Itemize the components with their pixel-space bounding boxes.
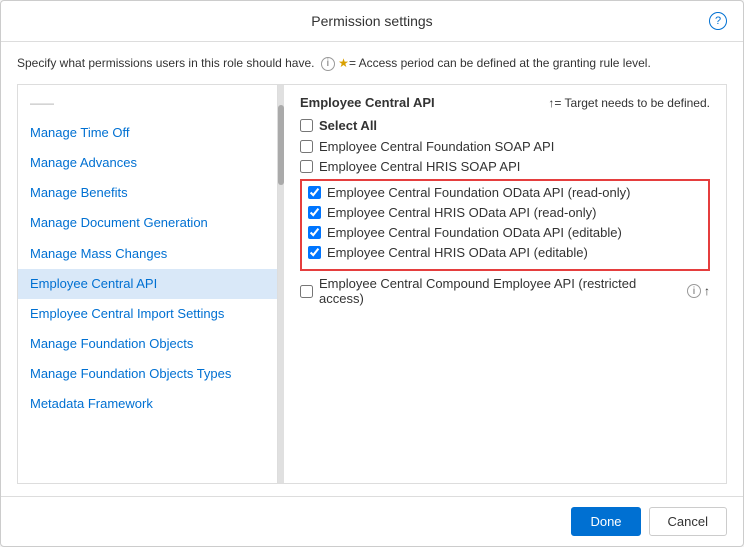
sidebar-item-manage-foundation-objects[interactable]: Manage Foundation Objects (18, 329, 277, 359)
description-text: Specify what permissions users in this r… (17, 54, 727, 72)
checkbox-hris-odata-editable[interactable] (308, 246, 321, 259)
help-icon[interactable]: ? (709, 12, 727, 30)
panel-title: Employee Central API (300, 95, 435, 110)
checkbox-row-hris-odata-editable: Employee Central HRIS OData API (editabl… (308, 245, 702, 260)
panel-header: Employee Central API ↑= Target needs to … (300, 95, 710, 110)
content-area: —— Manage Time Off Manage Advances Manag… (17, 84, 727, 484)
checkbox-row-foundation-odata-readonly: Employee Central Foundation OData API (r… (308, 185, 702, 200)
sidebar-item-manage-advances[interactable]: Manage Advances (18, 148, 277, 178)
sidebar-item-manage-foundation-objects-types[interactable]: Manage Foundation Objects Types (18, 359, 277, 389)
label-foundation-soap[interactable]: Employee Central Foundation SOAP API (319, 139, 554, 154)
sidebar-item-truncated: —— (18, 89, 277, 118)
dialog-footer: Done Cancel (1, 496, 743, 546)
dialog-title: Permission settings (311, 13, 432, 29)
done-button[interactable]: Done (571, 507, 640, 536)
checkbox-compound-employee[interactable] (300, 285, 313, 298)
compound-employee-target-icon: ↑ (704, 284, 710, 298)
sidebar-item-manage-time-off[interactable]: Manage Time Off (18, 118, 277, 148)
sidebar-item-manage-benefits[interactable]: Manage Benefits (18, 178, 277, 208)
cancel-button[interactable]: Cancel (649, 507, 727, 536)
label-compound-employee[interactable]: Employee Central Compound Employee API (… (319, 276, 684, 306)
label-hris-soap[interactable]: Employee Central HRIS SOAP API (319, 159, 520, 174)
checkbox-foundation-odata-editable[interactable] (308, 226, 321, 239)
select-all-label[interactable]: Select All (319, 118, 377, 133)
checkbox-hris-odata-readonly[interactable] (308, 206, 321, 219)
sidebar: —— Manage Time Off Manage Advances Manag… (18, 85, 278, 483)
select-all-row: Select All (300, 118, 710, 133)
scroll-indicator (278, 85, 284, 483)
checkbox-foundation-soap[interactable] (300, 140, 313, 153)
compound-employee-info-icon[interactable]: i (687, 284, 701, 298)
target-note: ↑= Target needs to be defined. (548, 96, 710, 110)
sidebar-item-manage-document-generation[interactable]: Manage Document Generation (18, 208, 277, 238)
dialog-body: Specify what permissions users in this r… (1, 42, 743, 496)
sidebar-item-employee-central-api[interactable]: Employee Central API (18, 269, 277, 299)
highlighted-section: Employee Central Foundation OData API (r… (300, 179, 710, 271)
main-panel: Employee Central API ↑= Target needs to … (284, 85, 726, 483)
checkbox-row-foundation-soap: Employee Central Foundation SOAP API (300, 139, 710, 154)
select-all-checkbox[interactable] (300, 119, 313, 132)
dialog-header: Permission settings ? (1, 1, 743, 42)
checkbox-row-hris-soap: Employee Central HRIS SOAP API (300, 159, 710, 174)
label-hris-odata-readonly[interactable]: Employee Central HRIS OData API (read-on… (327, 205, 597, 220)
scroll-thumb[interactable] (278, 105, 284, 185)
checkbox-row-compound-employee: Employee Central Compound Employee API (… (300, 276, 710, 306)
description-info-icon[interactable]: i (321, 57, 335, 71)
label-foundation-odata-editable[interactable]: Employee Central Foundation OData API (e… (327, 225, 622, 240)
checkbox-row-hris-odata-readonly: Employee Central HRIS OData API (read-on… (308, 205, 702, 220)
label-foundation-odata-readonly[interactable]: Employee Central Foundation OData API (r… (327, 185, 631, 200)
sidebar-item-metadata-framework[interactable]: Metadata Framework (18, 389, 277, 419)
checkbox-row-foundation-odata-editable: Employee Central Foundation OData API (e… (308, 225, 702, 240)
sidebar-item-manage-mass-changes[interactable]: Manage Mass Changes (18, 239, 277, 269)
checkbox-hris-soap[interactable] (300, 160, 313, 173)
checkbox-foundation-odata-readonly[interactable] (308, 186, 321, 199)
sidebar-item-employee-central-import-settings[interactable]: Employee Central Import Settings (18, 299, 277, 329)
label-hris-odata-editable[interactable]: Employee Central HRIS OData API (editabl… (327, 245, 588, 260)
permission-settings-dialog: Permission settings ? Specify what permi… (0, 0, 744, 547)
